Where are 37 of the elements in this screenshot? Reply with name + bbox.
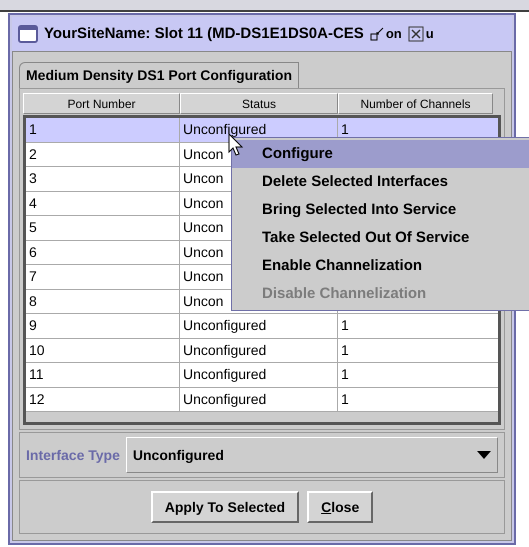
table-cell-text: 1	[340, 390, 350, 409]
table-cell: 4	[26, 192, 180, 215]
close-button[interactable]: Close	[307, 491, 374, 523]
table-cell: 2	[26, 142, 180, 166]
table-cell: 7	[26, 265, 180, 288]
dropdown-arrow-icon	[477, 451, 491, 459]
table-cell: 9	[26, 314, 180, 338]
table-cell: 6	[26, 240, 180, 264]
table-cell: 3	[26, 167, 180, 190]
table-cell: 8	[26, 290, 180, 313]
menu-item[interactable]: Configure	[232, 140, 529, 168]
table-cell: 10	[26, 338, 180, 362]
title-fragment: on	[386, 25, 402, 44]
table-cell: 5	[26, 216, 180, 240]
table-cell: 1	[26, 118, 180, 142]
column-header[interactable]: Port Number	[23, 93, 180, 114]
window-title: YourSiteName: Slot 11 (MD-DS1E1DS0A-CES	[44, 24, 364, 44]
table-cell: 12	[26, 388, 180, 411]
interface-type-label: Interface Type	[26, 446, 120, 465]
table-cell-text: 1	[340, 365, 350, 384]
window-icon	[18, 25, 38, 43]
table-cell: 11	[26, 363, 180, 386]
title-fragment: u	[426, 25, 434, 44]
table-cell: Unconfigured	[180, 314, 338, 338]
table-cell-text: 1	[340, 316, 350, 336]
close-icon[interactable]	[408, 26, 424, 42]
table-cell-text: 1	[340, 340, 350, 360]
interface-type-dropdown[interactable]: Unconfigured	[126, 437, 498, 473]
table-cell: Unconfigured	[180, 363, 338, 386]
table-cell: Unconfigured	[180, 388, 338, 411]
column-header[interactable]: Number of Channels	[338, 93, 493, 114]
table-cell-text: 1	[340, 120, 350, 140]
column-header[interactable]: Status	[180, 93, 338, 114]
table-cell: Unconfigured	[180, 338, 338, 362]
restore-icon[interactable]	[370, 27, 384, 41]
tab[interactable]: Medium Density DS1 Port Configuration	[19, 62, 300, 88]
apply-button[interactable]: Apply To Selected	[150, 491, 300, 523]
